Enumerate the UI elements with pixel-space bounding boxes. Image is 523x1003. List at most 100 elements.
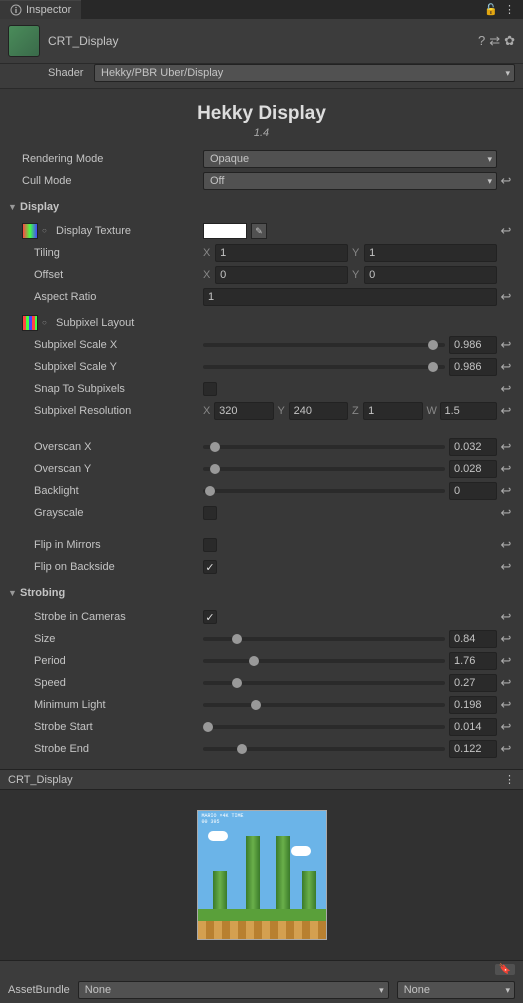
reset-icon[interactable]: ↩ [497,403,515,419]
circle-icon[interactable]: ○ [42,318,52,328]
minlight-field[interactable] [449,696,497,714]
reset-icon[interactable]: ↩ [497,381,515,397]
reset-icon[interactable]: ↩ [497,337,515,353]
subres-z[interactable] [363,402,422,420]
strobeend-slider[interactable] [203,747,445,751]
size-field[interactable] [449,630,497,648]
period-slider[interactable] [203,659,445,663]
overscan-y-field[interactable] [449,460,497,478]
subpixel-layout-label: Subpixel Layout [56,317,134,329]
overscan-x-slider[interactable] [203,445,445,449]
strobe-speed-row: Speed ↩ [8,673,515,693]
texture-reset[interactable]: ↩ [497,223,515,239]
display-foldout[interactable]: ▼ Display [8,197,515,217]
material-thumbnail[interactable] [8,25,40,57]
subres-row: Subpixel Resolution X Y Z W ↩ [8,401,515,421]
subpixel-layout-row: ○ Subpixel Layout [8,313,515,333]
reset-icon[interactable]: ↩ [497,609,515,625]
offset-x[interactable] [215,266,348,284]
grayscale-checkbox[interactable] [203,506,217,520]
kebab-icon[interactable]: ⋮ [504,773,515,786]
reset-icon[interactable]: ↩ [497,631,515,647]
strobe-start-row: Strobe Start ↩ [8,717,515,737]
reset-icon[interactable]: ↩ [497,461,515,477]
backlight-field[interactable] [449,482,497,500]
shader-title-text: Hekky Display [0,103,523,125]
display-header: Display [20,201,59,213]
foldout-arrow-icon: ▼ [8,588,20,598]
backlight-slider[interactable] [203,489,445,493]
subscale-y-field[interactable] [449,358,497,376]
preview-header[interactable]: CRT_Display ⋮ [0,769,523,790]
assetbundle-variant-dropdown[interactable]: None [397,981,515,999]
circle-icon[interactable]: ○ [42,226,52,236]
shader-version: 1.4 [0,127,523,139]
cull-mode-dropdown[interactable]: Off [203,172,497,190]
rendering-mode-dropdown[interactable]: Opaque [203,150,497,168]
snap-checkbox[interactable] [203,382,217,396]
flip-backside-row: Flip on Backside ↩ [8,557,515,577]
reset-icon[interactable]: ↩ [497,559,515,575]
assetbundle-dropdown[interactable]: None [78,981,389,999]
size-slider[interactable] [203,637,445,641]
strobe-cameras-checkbox[interactable] [203,610,217,624]
reset-icon[interactable]: ↩ [497,675,515,691]
tiling-row: Tiling X Y [8,243,515,263]
subscale-x-field[interactable] [449,336,497,354]
subres-x[interactable] [214,402,273,420]
strobestart-field[interactable] [449,718,497,736]
asset-label-icon[interactable]: 🔖 [495,964,515,975]
shader-dropdown[interactable]: Hekky/PBR Uber/Display [94,64,515,82]
material-preview[interactable]: MARIO ×4K TIME00 395 [197,810,327,940]
subpixel-texture-slot[interactable] [22,315,38,331]
reset-icon[interactable]: ↩ [497,741,515,757]
reset-icon[interactable]: ↩ [497,653,515,669]
subscale-x-slider[interactable] [203,343,445,347]
display-texture-label: Display Texture [56,225,131,237]
aspect-field[interactable] [203,288,497,306]
reset-icon[interactable]: ↩ [497,483,515,499]
reset-icon[interactable]: ↩ [497,537,515,553]
texture-slot[interactable] [22,223,38,239]
tiling-x[interactable] [215,244,348,262]
tiling-y[interactable] [364,244,497,262]
flip-mirrors-checkbox[interactable] [203,538,217,552]
reset-icon[interactable]: ↩ [497,505,515,521]
info-icon [10,4,22,16]
speed-slider[interactable] [203,681,445,685]
cull-mode-reset[interactable]: ↩ [497,173,515,189]
gear-icon[interactable]: ✿ [504,33,515,49]
color-picker-icon[interactable]: ✎ [251,223,267,239]
backlight-row: Backlight ↩ [8,481,515,501]
cull-mode-label: Cull Mode [8,175,203,187]
period-field[interactable] [449,652,497,670]
reset-icon[interactable]: ↩ [497,719,515,735]
material-header: CRT_Display ? ⇄ ✿ [0,19,523,64]
overscan-y-slider[interactable] [203,467,445,471]
reset-icon[interactable]: ↩ [497,697,515,713]
offset-y[interactable] [364,266,497,284]
minlight-slider[interactable] [203,703,445,707]
aspect-reset[interactable]: ↩ [497,289,515,305]
flip-backside-checkbox[interactable] [203,560,217,574]
min-light-row: Minimum Light ↩ [8,695,515,715]
aspect-label: Aspect Ratio [8,291,203,303]
reset-icon[interactable]: ↩ [497,359,515,375]
inspector-tab[interactable]: Inspector [0,0,81,19]
strobestart-slider[interactable] [203,725,445,729]
subres-y[interactable] [289,402,348,420]
strobing-foldout[interactable]: ▼ Strobing [8,583,515,603]
subres-w[interactable] [440,402,498,420]
strobeend-field[interactable] [449,740,497,758]
speed-field[interactable] [449,674,497,692]
lock-icon[interactable]: 🔓 [484,3,498,16]
subscale-y-row: Subpixel Scale Y ↩ [8,357,515,377]
flip-mirrors-row: Flip in Mirrors ↩ [8,535,515,555]
reset-icon[interactable]: ↩ [497,439,515,455]
overscan-x-field[interactable] [449,438,497,456]
color-swatch[interactable] [203,223,247,239]
subscale-y-slider[interactable] [203,365,445,369]
kebab-icon[interactable]: ⋮ [504,3,515,16]
preset-icon[interactable]: ⇄ [489,33,500,49]
help-icon[interactable]: ? [478,33,485,49]
